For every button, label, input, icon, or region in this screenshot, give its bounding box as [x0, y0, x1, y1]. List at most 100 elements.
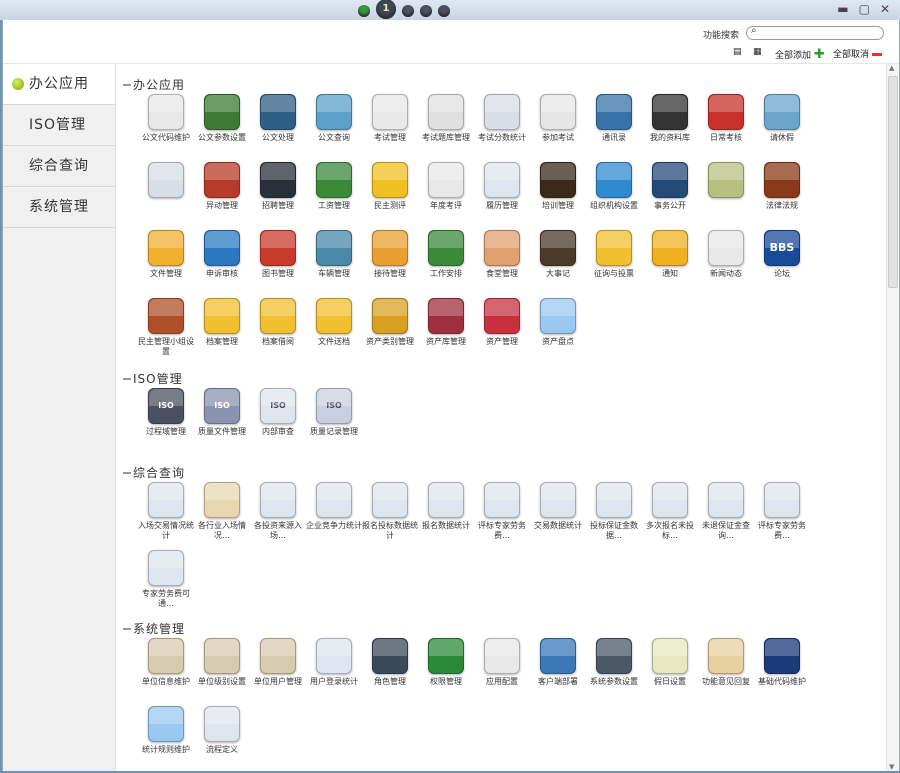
app-tile[interactable]: BBS 论坛: [754, 230, 810, 279]
app-tile[interactable]: 接待管理: [362, 230, 418, 279]
app-tile[interactable]: [138, 162, 194, 201]
app-tile[interactable]: 流程定义: [194, 706, 250, 755]
app-tile[interactable]: 资产盘点: [530, 298, 586, 347]
app-tile[interactable]: 新闻动态: [698, 230, 754, 279]
app-tile[interactable]: 公文处理: [250, 94, 306, 143]
app-tile[interactable]: 交易数据统计: [530, 482, 586, 531]
app-tile[interactable]: 假日设置: [642, 638, 698, 687]
app-tile[interactable]: 专家劳务费可通…: [138, 550, 194, 609]
app-tile[interactable]: 客户端部署: [530, 638, 586, 687]
app-tile[interactable]: 招聘管理: [250, 162, 306, 211]
page-dot[interactable]: [420, 4, 432, 17]
app-tile[interactable]: 民主测评: [362, 162, 418, 211]
vertical-scrollbar[interactable]: ▲ ▼: [886, 64, 898, 771]
app-tile[interactable]: 考试分数统计: [474, 94, 530, 143]
scroll-down-icon[interactable]: ▼: [889, 763, 894, 771]
app-tile[interactable]: 功能意见回复: [698, 638, 754, 687]
app-tile[interactable]: 多次报名未投标…: [642, 482, 698, 541]
app-tile[interactable]: ISO 内部审查: [250, 388, 306, 437]
app-icon: [708, 482, 744, 518]
app-tile[interactable]: 食堂管理: [474, 230, 530, 279]
app-tile[interactable]: ISO 质量文件管理: [194, 388, 250, 437]
minimize-icon[interactable]: ▬: [837, 2, 848, 16]
app-tile[interactable]: 法律法规: [754, 162, 810, 211]
app-tile[interactable]: 未退保证金查询…: [698, 482, 754, 541]
app-tile[interactable]: 资产类别管理: [362, 298, 418, 347]
app-tile[interactable]: 请休假: [754, 94, 810, 143]
app-tile[interactable]: 公文查询: [306, 94, 362, 143]
app-tile[interactable]: 单位信息维护: [138, 638, 194, 687]
scroll-up-icon[interactable]: ▲: [889, 64, 894, 72]
app-tile[interactable]: 事务公开: [642, 162, 698, 211]
app-tile[interactable]: 大事记: [530, 230, 586, 279]
page-dot-active[interactable]: 1: [376, 0, 396, 19]
app-tile[interactable]: 档案借阅: [250, 298, 306, 347]
cancel-all-button[interactable]: 全部取消: [833, 47, 883, 60]
app-tile[interactable]: 工作安排: [418, 230, 474, 279]
app-tile[interactable]: 征询与投票: [586, 230, 642, 279]
app-tile[interactable]: 入场交易情况统计: [138, 482, 194, 541]
app-tile[interactable]: 申诉审核: [194, 230, 250, 279]
app-tile[interactable]: 权限管理: [418, 638, 474, 687]
app-tile[interactable]: 单位级别设置: [194, 638, 250, 687]
sidebar-item-query[interactable]: 综合查询: [3, 146, 115, 187]
search-input[interactable]: ⌕: [746, 25, 884, 40]
page-dot[interactable]: [438, 4, 450, 17]
app-tile[interactable]: 民主管理小组设置: [138, 298, 194, 357]
app-tile[interactable]: ISO 质量记录管理: [306, 388, 362, 437]
list-view-icon[interactable]: ▤: [733, 47, 742, 57]
app-tile[interactable]: 各行业入场情况…: [194, 482, 250, 541]
app-tile[interactable]: 档案管理: [194, 298, 250, 347]
app-tile[interactable]: 各投资来源入场…: [250, 482, 306, 541]
close-icon[interactable]: ✕: [880, 2, 890, 16]
add-all-button[interactable]: 全部添加 ✚: [775, 47, 825, 62]
app-tile[interactable]: [698, 162, 754, 201]
app-tile[interactable]: 应用配置: [474, 638, 530, 687]
app-tile[interactable]: 履历管理: [474, 162, 530, 211]
app-tile[interactable]: 统计规则维护: [138, 706, 194, 755]
app-tile[interactable]: 投标保证金数据…: [586, 482, 642, 541]
app-tile[interactable]: 我的资料库: [642, 94, 698, 143]
app-tile[interactable]: 培训管理: [530, 162, 586, 211]
app-tile[interactable]: 日常考核: [698, 94, 754, 143]
app-tile[interactable]: 单位用户管理: [250, 638, 306, 687]
app-tile[interactable]: 企业竞争力统计: [306, 482, 362, 531]
app-tile[interactable]: 通知: [642, 230, 698, 279]
app-tile[interactable]: 角色管理: [362, 638, 418, 687]
scrollbar-thumb[interactable]: [888, 76, 898, 288]
app-tile[interactable]: 图书管理: [250, 230, 306, 279]
sidebar-item-system[interactable]: 系统管理: [3, 187, 115, 228]
app-icon: [540, 230, 576, 266]
app-tile[interactable]: 公文代码维护: [138, 94, 194, 143]
app-tile[interactable]: 组织机构设置: [586, 162, 642, 211]
sidebar-item-office[interactable]: 办公应用: [3, 64, 115, 105]
app-tile[interactable]: ISO 过程域管理: [138, 388, 194, 437]
home-dot[interactable]: [358, 4, 370, 17]
app-tile[interactable]: 系统参数设置: [586, 638, 642, 687]
app-tile[interactable]: 文件送档: [306, 298, 362, 347]
app-tile[interactable]: 公文参数设置: [194, 94, 250, 143]
app-icon: [372, 638, 408, 674]
grid-view-icon[interactable]: ▦: [753, 47, 762, 57]
page-dot[interactable]: [402, 4, 414, 17]
app-tile[interactable]: 评标专家劳务费…: [754, 482, 810, 541]
app-tile[interactable]: 评标专家劳务费…: [474, 482, 530, 541]
app-tile[interactable]: 通讯录: [586, 94, 642, 143]
app-tile[interactable]: 考试题库管理: [418, 94, 474, 143]
app-tile[interactable]: 考试管理: [362, 94, 418, 143]
app-icon: [204, 162, 240, 198]
app-tile[interactable]: 文件管理: [138, 230, 194, 279]
app-tile[interactable]: 车辆管理: [306, 230, 362, 279]
app-tile[interactable]: 报名数据统计: [418, 482, 474, 531]
app-tile[interactable]: 报名投标数据统计: [362, 482, 418, 541]
app-tile[interactable]: 资产管理: [474, 298, 530, 347]
app-tile[interactable]: 基础代码维护: [754, 638, 810, 687]
maximize-icon[interactable]: ▢: [859, 2, 870, 16]
app-tile[interactable]: 参加考试: [530, 94, 586, 143]
app-tile[interactable]: 年度考评: [418, 162, 474, 211]
app-tile[interactable]: 用户登录统计: [306, 638, 362, 687]
app-tile[interactable]: 异动管理: [194, 162, 250, 211]
sidebar-item-iso[interactable]: ISO管理: [3, 105, 115, 146]
app-tile[interactable]: 工资管理: [306, 162, 362, 211]
app-tile[interactable]: 资产库管理: [418, 298, 474, 347]
